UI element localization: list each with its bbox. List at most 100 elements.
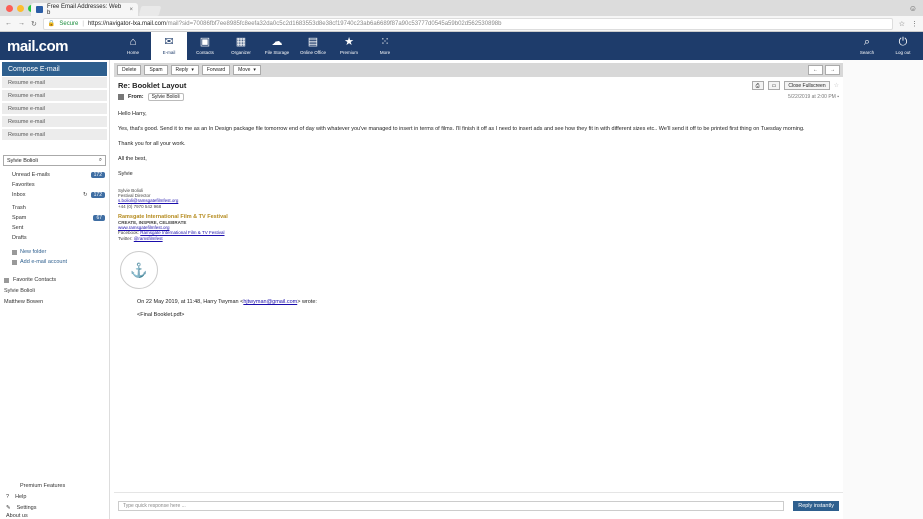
minimize-window-icon[interactable] — [17, 5, 24, 12]
resume-email-item[interactable]: Resume e-mail — [2, 77, 107, 89]
twitter-link[interactable]: @ramsfilmfest — [134, 236, 163, 241]
right-rail — [843, 60, 923, 519]
nav-label: Online Office — [300, 50, 326, 55]
url-input[interactable]: 🔒 Secure | https://navigator-lxa.mail.co… — [42, 17, 893, 30]
quoted-header: On 22 May 2019, at 11:48, Harry Twyman <… — [137, 298, 838, 306]
tab-title: Free Email Addresses: Web b — [46, 3, 122, 16]
logout-button[interactable]: ⏻ Log out — [891, 32, 915, 60]
folder-label: Unread E-mails — [12, 172, 50, 178]
save-button[interactable]: ▭ — [767, 81, 781, 90]
print-button[interactable]: ⎙ — [751, 81, 764, 90]
about-link[interactable]: About us — [0, 513, 110, 519]
forward-icon[interactable]: → — [18, 20, 25, 27]
compose-email-button[interactable]: Compose E-mail — [2, 62, 107, 76]
contacts-icon: ▣ — [199, 36, 211, 48]
star-icon: ★ — [344, 36, 354, 48]
save-icon: ▭ — [771, 82, 777, 89]
home-icon: ⌂ — [129, 36, 137, 48]
inbox-count-badge: 172 — [90, 192, 105, 198]
nav-email[interactable]: ✉ E-mail — [151, 32, 187, 60]
nav-label: E-mail — [162, 50, 176, 55]
folder-sent[interactable]: Sent — [0, 223, 109, 233]
folder-drafts[interactable]: Drafts — [0, 233, 109, 243]
back-icon[interactable]: ← — [5, 20, 12, 27]
favicon-icon — [36, 6, 43, 13]
delete-button[interactable]: Delete — [117, 65, 142, 75]
favorite-star-icon[interactable]: ☆ — [834, 82, 839, 89]
plus-icon — [12, 249, 17, 255]
lock-icon: 🔒 — [47, 21, 56, 27]
nav-organizer[interactable]: ▦ Organizer — [223, 32, 259, 60]
add-account-label: Add e-mail account — [20, 259, 68, 265]
quick-reply-input[interactable]: Type quick response here ... — [118, 501, 785, 511]
help-link[interactable]: ? Help — [0, 491, 110, 502]
contact-item[interactable]: Sylvie Bolioli — [0, 285, 109, 296]
from-label: From: — [128, 94, 144, 100]
resume-email-item[interactable]: Resume e-mail — [2, 103, 107, 115]
greeting: Hello Harry, — [118, 111, 147, 117]
reply-instantly-button[interactable]: Reply instantly — [793, 501, 839, 511]
sender-name[interactable]: Sylvie Bolioli — [147, 93, 184, 101]
envelope-icon: ✉ — [164, 36, 174, 48]
reply-button[interactable]: Reply ▾ — [170, 65, 199, 75]
folder-label: Favorites — [12, 182, 35, 188]
folder-label: Sent — [12, 225, 24, 231]
closing: All the best, — [118, 156, 147, 162]
info-icon[interactable]: ▪ — [837, 94, 839, 100]
mail-search-input[interactable]: Sylvie Bolioli ⌕ — [3, 155, 106, 166]
message-subject: Re: Booklet Layout — [118, 81, 187, 90]
add-account-link[interactable]: Add e-mail account — [0, 257, 109, 267]
contact-item[interactable]: Matthew Bowen — [0, 296, 109, 307]
tab-close-icon[interactable]: × — [129, 7, 133, 13]
settings-link[interactable]: ✎ Settings — [0, 502, 110, 513]
search-icon[interactable]: ⌕ — [99, 157, 102, 164]
profile-icon[interactable]: ☺ — [909, 4, 917, 13]
previous-message-button[interactable]: ← — [808, 65, 823, 75]
next-message-button[interactable]: → — [825, 65, 840, 75]
resume-email-item[interactable]: Resume e-mail — [2, 116, 107, 128]
folder-label: Spam — [12, 215, 27, 221]
reload-icon[interactable]: ↻ — [31, 20, 37, 28]
folder-unread[interactable]: Unread E-mails 172 — [0, 170, 109, 180]
nav-contacts[interactable]: ▣ Contacts — [187, 32, 223, 60]
quote-email-link[interactable]: hjtwyman@gmail.com — [243, 299, 297, 305]
body-paragraph: Yes, that's good. Send it to me as an In… — [118, 126, 805, 132]
folder-trash[interactable]: Trash — [0, 203, 109, 213]
unread-count-badge: 172 — [90, 172, 105, 178]
new-folder-link[interactable]: New folder — [0, 247, 109, 257]
refresh-icon[interactable]: ↻ — [83, 192, 88, 198]
search-button[interactable]: ⌕ Search — [855, 32, 879, 60]
mail-logo[interactable]: mail.com — [7, 38, 115, 55]
move-button[interactable]: Move ▾ — [233, 65, 261, 75]
nav-label: More — [379, 50, 391, 55]
search-label: Search — [859, 50, 875, 55]
nav-home[interactable]: ⌂ Home — [115, 32, 151, 60]
resume-email-item[interactable]: Resume e-mail — [2, 90, 107, 102]
folder-favorites[interactable]: Favorites — [0, 180, 109, 190]
forward-button[interactable]: Forward — [201, 65, 231, 75]
folder-spam[interactable]: Spam 67 — [0, 213, 109, 223]
browser-menu-icon[interactable]: ⋮ — [911, 20, 918, 28]
nav-premium[interactable]: ★ Premium — [331, 32, 367, 60]
nav-more[interactable]: ⁙ More — [367, 32, 403, 60]
chevron-down-icon: ▾ — [191, 67, 194, 73]
resume-email-item[interactable]: Resume e-mail — [2, 129, 107, 141]
message-actions: ⎙ ▭ Close Fullscreen ☆ — [751, 81, 839, 90]
bookmark-star-icon[interactable]: ☆ — [899, 20, 905, 28]
spam-button[interactable]: Spam — [144, 65, 168, 75]
close-window-icon[interactable] — [6, 5, 13, 12]
premium-features-link[interactable]: Premium Features — [0, 480, 110, 491]
twitter-row: Twitter: @ramsfilmfest — [118, 236, 838, 241]
favorite-contacts-header[interactable]: Favorite Contacts — [0, 275, 109, 285]
folder-inbox[interactable]: Inbox ↻ 172 — [0, 190, 109, 200]
close-fullscreen-button[interactable]: Close Fullscreen — [784, 81, 830, 90]
message-body: Hello Harry, Yes, that's good. Send it t… — [118, 110, 838, 319]
twitter-label: Twitter: — [118, 235, 133, 241]
message-date: 5/22/2019 at 2:00 PM ▪ — [788, 94, 839, 100]
nav-online-office[interactable]: ▤ Online Office — [295, 32, 331, 60]
new-tab-button[interactable] — [138, 6, 162, 16]
printer-icon: ⎙ — [755, 82, 760, 89]
folder-label: Drafts — [12, 235, 27, 241]
nav-file-storage[interactable]: ☁ File Storage — [259, 32, 295, 60]
browser-tab[interactable]: Free Email Addresses: Web b × — [31, 3, 138, 16]
